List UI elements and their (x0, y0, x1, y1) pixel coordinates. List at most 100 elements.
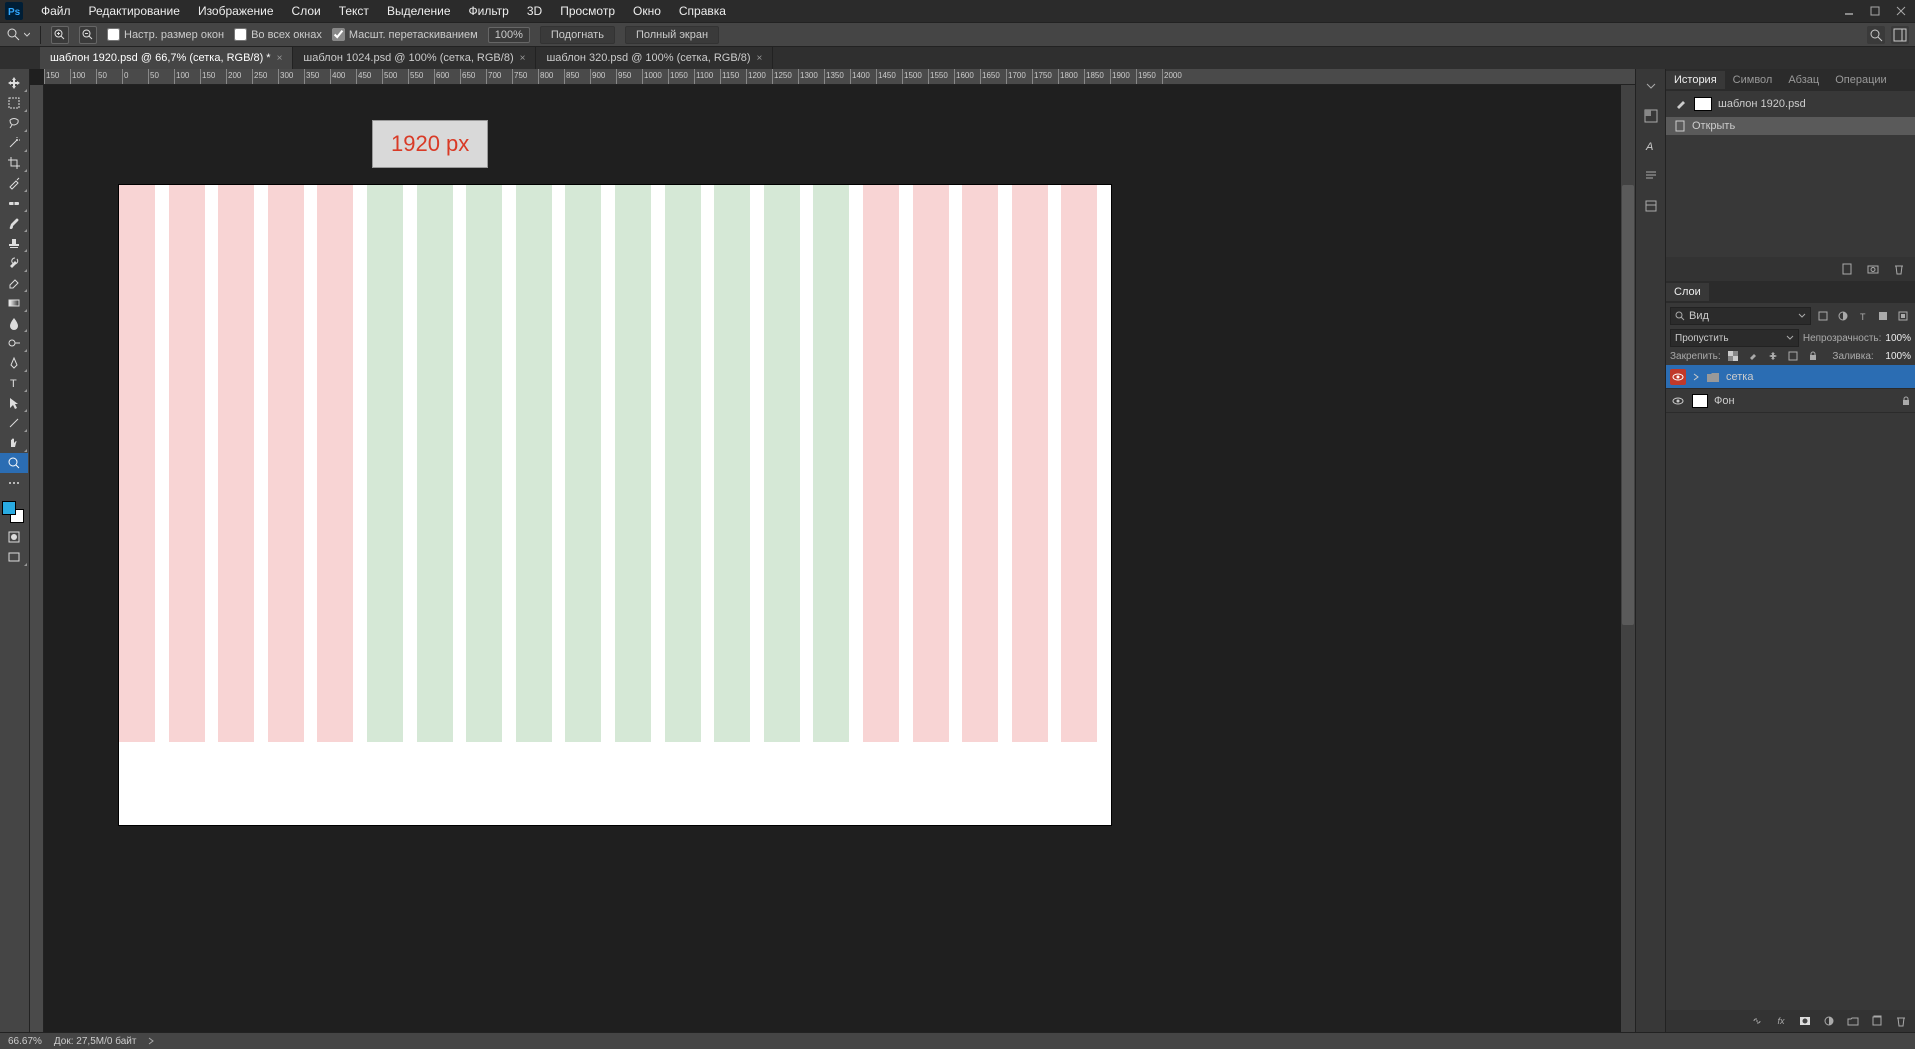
mask-icon[interactable] (1797, 1013, 1813, 1029)
tab-history[interactable]: История (1666, 71, 1725, 89)
visibility-toggle[interactable] (1670, 369, 1686, 385)
menu-view[interactable]: Просмотр (551, 1, 624, 21)
fx-icon[interactable]: fx (1773, 1013, 1789, 1029)
window-close-button[interactable] (1891, 3, 1911, 19)
scrollbar-thumb[interactable] (1622, 185, 1634, 625)
trash-icon[interactable] (1893, 1013, 1909, 1029)
zoom-out-button[interactable] (79, 26, 97, 44)
lock-artboard-icon[interactable] (1785, 348, 1801, 364)
link-layers-icon[interactable] (1749, 1013, 1765, 1029)
color-panel-icon[interactable] (1640, 105, 1662, 127)
menu-filter[interactable]: Фильтр (460, 1, 518, 21)
paragraph-panel-icon[interactable] (1640, 165, 1662, 187)
tool-screenmode[interactable] (0, 547, 28, 567)
menu-help[interactable]: Справка (670, 1, 735, 21)
foreground-color-swatch[interactable] (2, 501, 16, 515)
close-icon[interactable]: × (757, 53, 763, 64)
layer-item[interactable]: сетка (1666, 365, 1915, 389)
menu-window[interactable]: Окно (624, 1, 670, 21)
menu-text[interactable]: Текст (330, 1, 378, 21)
tool-brush[interactable] (0, 213, 28, 233)
tool-hand[interactable] (0, 433, 28, 453)
lock-all-icon[interactable] (1805, 348, 1821, 364)
zoom-in-button[interactable] (51, 26, 69, 44)
zoom-value-input[interactable]: 100% (488, 27, 530, 43)
vertical-ruler[interactable] (30, 85, 44, 1032)
filter-adjustment-icon[interactable] (1835, 308, 1851, 324)
lock-transparency-icon[interactable] (1725, 348, 1741, 364)
blend-mode-select[interactable]: Пропустить (1670, 329, 1799, 347)
tool-gradient[interactable] (0, 293, 28, 313)
filter-shape-icon[interactable] (1875, 308, 1891, 324)
tool-pen[interactable] (0, 353, 28, 373)
document-canvas[interactable] (119, 185, 1111, 825)
trash-icon[interactable] (1891, 261, 1907, 277)
lock-paint-icon[interactable] (1745, 348, 1761, 364)
filter-type-icon[interactable]: T (1855, 308, 1871, 324)
history-document-header[interactable]: шаблон 1920.psd (1666, 91, 1915, 117)
scrub-zoom-checkbox[interactable]: Масшт. перетаскиванием (332, 28, 478, 41)
workspace-switcher-icon[interactable] (1891, 26, 1909, 44)
tool-shape[interactable] (0, 413, 28, 433)
window-maximize-button[interactable] (1865, 3, 1885, 19)
tool-healing[interactable] (0, 193, 28, 213)
create-document-icon[interactable] (1839, 261, 1855, 277)
tool-blur[interactable] (0, 313, 28, 333)
close-icon[interactable]: × (520, 53, 526, 64)
window-minimize-button[interactable] (1839, 3, 1859, 19)
character-panel-icon[interactable]: A (1640, 135, 1662, 157)
adjustment-icon[interactable] (1821, 1013, 1837, 1029)
tool-eraser[interactable] (0, 273, 28, 293)
tool-dodge[interactable] (0, 333, 28, 353)
status-zoom[interactable]: 66.67% (8, 1036, 42, 1047)
properties-panel-icon[interactable] (1640, 195, 1662, 217)
color-swatches[interactable] (0, 501, 28, 527)
vertical-scrollbar[interactable] (1621, 85, 1635, 1032)
menu-file[interactable]: Файл (32, 1, 80, 21)
visibility-toggle[interactable] (1670, 393, 1686, 409)
filter-smart-icon[interactable] (1895, 308, 1911, 324)
all-windows-checkbox[interactable]: Во всех окнах (234, 28, 322, 41)
lock-position-icon[interactable] (1765, 348, 1781, 364)
tool-type[interactable]: T (0, 373, 28, 393)
document-tab[interactable]: шаблон 1024.psd @ 100% (сетка, RGB/8)× (293, 47, 536, 69)
menu-edit[interactable]: Редактирование (80, 1, 189, 21)
tool-edit-toolbar[interactable] (0, 473, 28, 493)
fullscreen-button[interactable]: Полный экран (625, 26, 719, 44)
chevron-right-icon[interactable] (1692, 373, 1700, 381)
camera-icon[interactable] (1865, 261, 1881, 277)
chevron-right-icon[interactable] (148, 1037, 154, 1045)
tab-layers[interactable]: Слои (1666, 283, 1709, 301)
tool-marquee[interactable] (0, 93, 28, 113)
new-group-icon[interactable] (1845, 1013, 1861, 1029)
collapse-arrow-icon[interactable] (1640, 75, 1662, 97)
horizontal-ruler[interactable]: 1501005005010015020025030035040045050055… (44, 69, 1635, 85)
menu-select[interactable]: Выделение (378, 1, 460, 21)
menu-3d[interactable]: 3D (518, 1, 551, 21)
tool-quickmask[interactable] (0, 527, 28, 547)
layer-item[interactable]: Фон (1666, 389, 1915, 413)
current-tool-indicator[interactable] (6, 27, 30, 43)
close-icon[interactable]: × (277, 53, 283, 64)
new-layer-icon[interactable] (1869, 1013, 1885, 1029)
tool-crop[interactable] (0, 153, 28, 173)
tool-stamp[interactable] (0, 233, 28, 253)
tab-actions[interactable]: Операции (1827, 71, 1894, 89)
tool-move[interactable] (0, 73, 28, 93)
tab-paragraph[interactable]: Абзац (1780, 71, 1827, 89)
document-tab[interactable]: шаблон 320.psd @ 100% (сетка, RGB/8)× (536, 47, 773, 69)
tool-eyedropper[interactable] (0, 173, 28, 193)
tool-history-brush[interactable] (0, 253, 28, 273)
document-tab[interactable]: шаблон 1920.psd @ 66,7% (сетка, RGB/8) *… (40, 47, 293, 69)
tab-character[interactable]: Символ (1725, 71, 1781, 89)
tool-path-selection[interactable] (0, 393, 28, 413)
layer-kind-filter[interactable]: Вид (1670, 307, 1811, 325)
resize-windows-checkbox[interactable]: Настр. размер окон (107, 28, 224, 41)
fit-screen-button[interactable]: Подогнать (540, 26, 615, 44)
tool-lasso[interactable] (0, 113, 28, 133)
fill-value[interactable]: 100% (1885, 351, 1911, 362)
opacity-value[interactable]: 100% (1885, 333, 1911, 344)
status-doc-info[interactable]: Док: 27,5M/0 байт (54, 1036, 137, 1047)
menu-image[interactable]: Изображение (189, 1, 283, 21)
tool-magic-wand[interactable] (0, 133, 28, 153)
